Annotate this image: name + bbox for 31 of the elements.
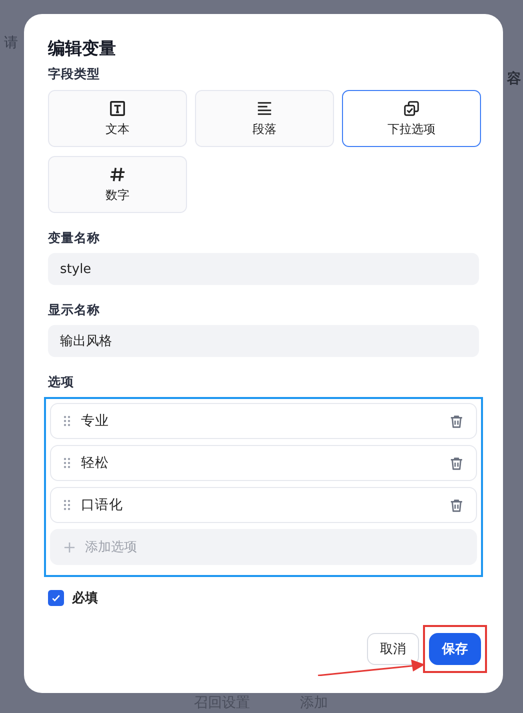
delete-icon[interactable] [449, 456, 464, 470]
field-label: 字段类型 [48, 66, 101, 83]
checkbox-label: 必填 [72, 590, 98, 607]
drag-handle-icon[interactable] [63, 499, 71, 511]
delete-icon[interactable] [449, 414, 464, 428]
save-button[interactable]: 保存 [429, 633, 481, 665]
field-type-option[interactable]: 数字 [48, 156, 187, 213]
field-type-option[interactable]: 段落 [195, 90, 334, 147]
dialog-title: 编辑变量 [48, 38, 117, 60]
background-text: 容 [507, 70, 521, 88]
cancel-button[interactable]: 取消 [367, 633, 419, 665]
field-label: 显示名称 [48, 302, 101, 319]
display-name-field[interactable]: 输出风格 [48, 325, 479, 357]
checkbox[interactable] [48, 590, 64, 606]
text-icon [109, 100, 126, 116]
delete-icon[interactable] [449, 498, 464, 512]
checkmark-icon [51, 593, 61, 603]
field-type-option[interactable]: 文本 [48, 90, 187, 147]
variable-name-field[interactable]: style [48, 253, 479, 285]
option-text: 轻松 [81, 454, 110, 472]
option-text: 口语化 [81, 496, 124, 514]
field-type-option[interactable]: 下拉选项 [342, 90, 481, 147]
drag-handle-icon[interactable] [63, 415, 71, 427]
drag-handle-icon[interactable] [63, 457, 71, 469]
plus-icon [64, 542, 75, 552]
hash-icon [109, 166, 126, 182]
paragraph-icon [256, 100, 273, 116]
field-label: 选项 [48, 374, 75, 391]
copy-check-icon [403, 100, 420, 116]
option-text: 专业 [81, 412, 110, 430]
field-label: 变量名称 [48, 230, 101, 247]
